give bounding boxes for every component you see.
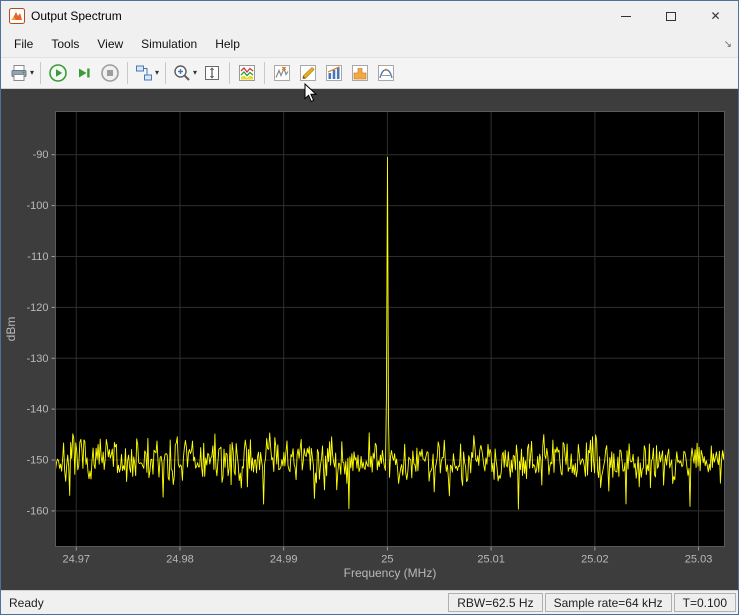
menu-file[interactable]: File bbox=[5, 32, 42, 56]
simulation-settings-caret-icon: ▾ bbox=[155, 68, 160, 77]
maximize-button[interactable] bbox=[648, 1, 693, 31]
app-icon bbox=[9, 8, 25, 24]
print-button[interactable]: ▾ bbox=[7, 60, 36, 86]
distortion-measurements-icon bbox=[378, 65, 395, 81]
print-dropdown-caret-icon: ▾ bbox=[30, 68, 35, 77]
toolbar-separator bbox=[40, 62, 42, 84]
peak-finder-icon bbox=[274, 65, 291, 81]
svg-text:-120: -120 bbox=[26, 302, 48, 314]
distortion-measurements-button[interactable] bbox=[373, 60, 399, 86]
spectrum-plot[interactable]: 24.97 24.98 24.99 25 25.01 25.02 25.03 -90 -100 -… bbox=[1, 89, 738, 590]
menu-view[interactable]: View bbox=[88, 32, 132, 56]
print-icon bbox=[11, 65, 27, 81]
toolbar-separator bbox=[264, 62, 266, 84]
svg-text:-110: -110 bbox=[27, 251, 48, 263]
maximize-icon bbox=[665, 11, 676, 21]
step-forward-button[interactable] bbox=[71, 60, 97, 86]
spectrum-analyzer-window: Output Spectrum ✕ File Tools View Simula… bbox=[0, 0, 739, 615]
x-axis-label: Frequency (MHz) bbox=[344, 566, 437, 580]
minimize-button[interactable] bbox=[603, 1, 648, 31]
simulation-settings-button[interactable]: ▾ bbox=[132, 60, 161, 86]
svg-text:-140: -140 bbox=[26, 404, 48, 416]
menu-tools[interactable]: Tools bbox=[42, 32, 88, 56]
run-icon bbox=[49, 64, 67, 82]
statusbar: Ready RBW=62.5 Hz Sample rate=64 kHz T=0… bbox=[1, 590, 738, 614]
svg-text:-160: -160 bbox=[26, 505, 48, 517]
toolbar: ▾ ▾ ▾ bbox=[1, 57, 738, 89]
svg-text:24.97: 24.97 bbox=[62, 554, 90, 566]
stop-icon bbox=[101, 64, 119, 82]
spectral-mask-button[interactable] bbox=[347, 60, 373, 86]
menubar: File Tools View Simulation Help ↘ bbox=[1, 31, 738, 57]
svg-text:-90: -90 bbox=[33, 149, 49, 161]
toolbar-separator bbox=[165, 62, 167, 84]
svg-text:-100: -100 bbox=[26, 200, 48, 212]
svg-text:25.02: 25.02 bbox=[581, 554, 609, 566]
toolbar-separator bbox=[127, 62, 129, 84]
signal-statistics-icon bbox=[326, 65, 343, 81]
status-rbw: RBW=62.5 Hz bbox=[448, 593, 543, 612]
plot-area: 24.97 24.98 24.99 25 25.01 25.02 25.03 -90 -100 -… bbox=[1, 89, 738, 590]
window-title: Output Spectrum bbox=[31, 9, 122, 23]
svg-text:-130: -130 bbox=[26, 353, 48, 365]
close-button[interactable]: ✕ bbox=[693, 1, 738, 31]
spectrum-settings-button[interactable] bbox=[234, 60, 260, 86]
minimize-icon bbox=[620, 15, 631, 17]
toolbar-separator bbox=[229, 62, 231, 84]
spectral-mask-icon bbox=[352, 65, 369, 81]
close-icon: ✕ bbox=[710, 9, 721, 23]
peak-finder-button[interactable] bbox=[269, 60, 295, 86]
y-axis-label: dBm bbox=[4, 317, 18, 342]
stop-button[interactable] bbox=[97, 60, 123, 86]
cursor-measurements-button[interactable] bbox=[295, 60, 321, 86]
svg-text:-150: -150 bbox=[26, 455, 48, 467]
plot-canvas[interactable] bbox=[55, 111, 725, 547]
svg-text:25.03: 25.03 bbox=[685, 554, 713, 566]
zoom-in-icon bbox=[174, 65, 190, 81]
spectrum-settings-icon bbox=[239, 65, 256, 81]
signal-statistics-button[interactable] bbox=[321, 60, 347, 86]
status-message: Ready bbox=[9, 595, 44, 610]
zoom-in-button[interactable]: ▾ bbox=[170, 60, 199, 86]
status-time: T=0.100 bbox=[673, 593, 736, 612]
run-button[interactable] bbox=[45, 60, 71, 86]
simulation-settings-icon bbox=[136, 65, 153, 81]
zoom-dropdown-caret-icon: ▾ bbox=[193, 68, 198, 77]
step-forward-icon bbox=[79, 68, 90, 78]
span-x-axis-button[interactable] bbox=[199, 60, 225, 86]
titlebar: Output Spectrum ✕ bbox=[1, 1, 738, 31]
menu-simulation[interactable]: Simulation bbox=[132, 32, 206, 56]
svg-text:25.01: 25.01 bbox=[477, 554, 505, 566]
cursor-measurements-icon bbox=[300, 65, 317, 81]
menu-help[interactable]: Help bbox=[206, 32, 249, 56]
svg-text:24.98: 24.98 bbox=[166, 554, 194, 566]
svg-text:24.99: 24.99 bbox=[270, 554, 298, 566]
status-sample-rate: Sample rate=64 kHz bbox=[544, 593, 672, 612]
span-x-axis-icon bbox=[205, 66, 220, 80]
svg-text:25: 25 bbox=[381, 554, 393, 566]
collapse-arrow-icon[interactable]: ↘ bbox=[724, 39, 732, 50]
